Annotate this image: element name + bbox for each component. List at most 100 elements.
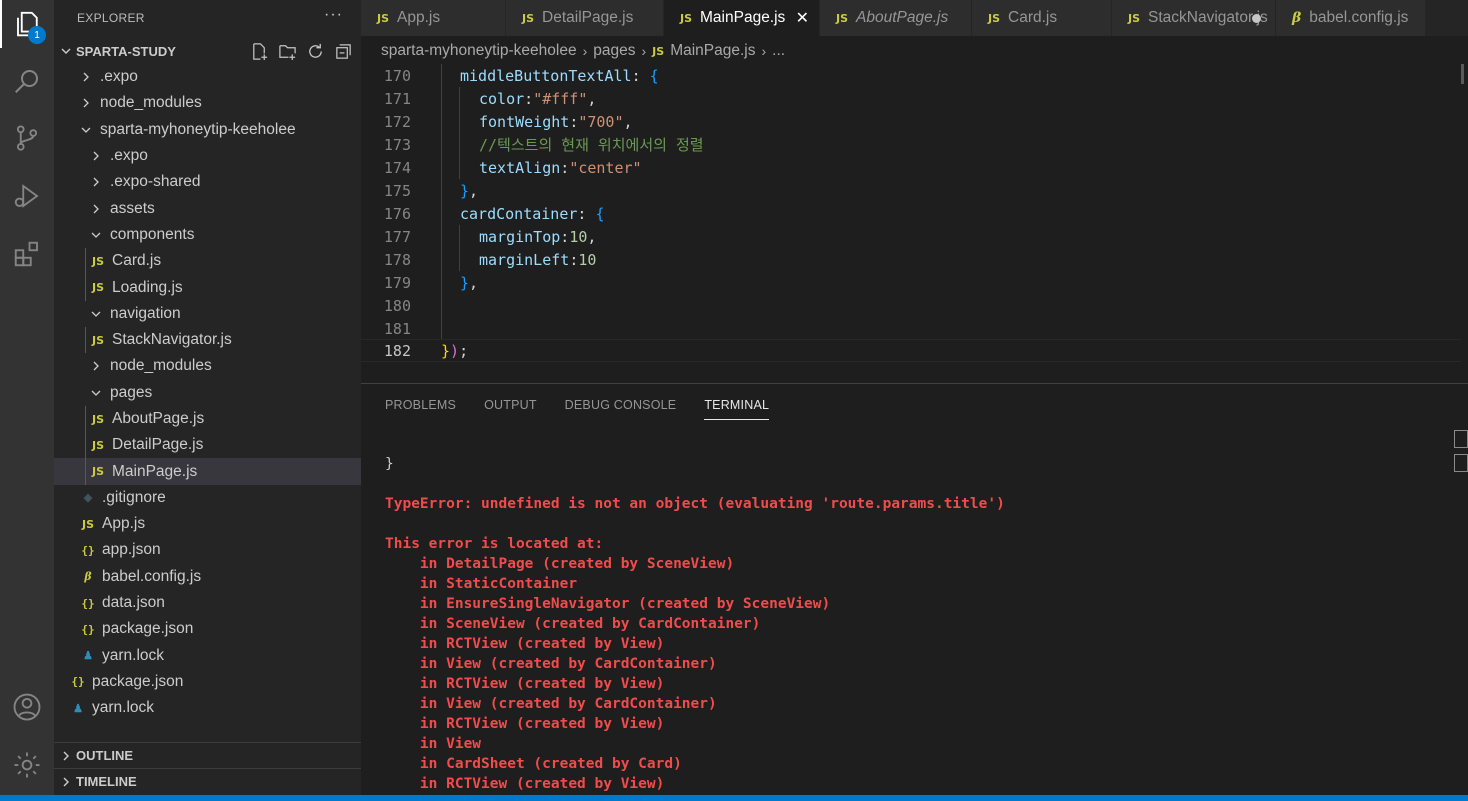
timeline-section-header[interactable]: TIMELINE xyxy=(54,768,361,794)
tree-file[interactable]: {} app.json xyxy=(54,537,361,563)
tree-item-label: yarn.lock xyxy=(102,646,165,664)
tree-folder[interactable]: navigation xyxy=(54,301,361,327)
workspace-section-header[interactable]: SPARTA-STUDY xyxy=(54,38,361,64)
unsaved-dot-icon[interactable] xyxy=(1252,14,1261,23)
tree-file[interactable]: JS DetailPage.js xyxy=(54,432,361,459)
timeline-label: TIMELINE xyxy=(76,774,137,789)
editor-tab[interactable]: JS DetailPage.js xyxy=(506,0,664,36)
account-icon[interactable] xyxy=(0,683,54,731)
source-control-icon[interactable] xyxy=(0,114,54,162)
code-key: textAlign xyxy=(479,158,561,177)
close-icon[interactable]: ✕ xyxy=(796,8,809,28)
editor-tabs: JS App.js JS DetailPage.js JS MainPage.js ✕ JS A… xyxy=(361,0,1468,36)
tree-folder[interactable]: node_modules xyxy=(54,90,361,116)
tab-label: App.js xyxy=(397,9,441,26)
code-string: "700" xyxy=(578,112,624,131)
code-editor[interactable]: 170 middleButtonTextAll: { 171 color:"#f… xyxy=(361,64,1468,364)
code-line: 175 }, xyxy=(361,179,1461,202)
editor-tab[interactable]: JS StackNavigator.js xyxy=(1112,0,1276,36)
chevron-right-icon xyxy=(88,360,104,372)
editor-tab[interactable]: JS Card.js xyxy=(972,0,1112,36)
chevron-down-icon xyxy=(88,229,104,241)
tree-file[interactable]: ◆ .gitignore xyxy=(54,485,361,511)
chevron-right-icon xyxy=(88,203,104,215)
run-debug-icon[interactable] xyxy=(0,172,54,220)
terminal-line: } xyxy=(385,456,394,472)
panel-tabs: PROBLEMS OUTPUT DEBUG CONSOLE TERMINAL xyxy=(385,398,770,420)
search-icon[interactable] xyxy=(0,57,54,105)
breadcrumb-symbol[interactable]: ... xyxy=(772,42,785,60)
terminal-list-item[interactable] xyxy=(1454,454,1468,472)
tree-item-label: .expo xyxy=(100,68,138,86)
code-text: }, xyxy=(460,181,479,200)
refresh-icon[interactable] xyxy=(306,42,325,64)
tree-file[interactable]: ♟ yarn.lock xyxy=(54,695,361,721)
terminal-error-line: This error is located at: xyxy=(385,536,604,552)
tab-problems[interactable]: PROBLEMS xyxy=(385,398,456,420)
breadcrumb-folder[interactable]: pages xyxy=(593,42,635,60)
settings-gear-icon[interactable] xyxy=(0,741,54,789)
tree-folder[interactable]: .expo xyxy=(54,64,361,90)
extensions-icon[interactable] xyxy=(0,230,54,278)
code-key: color xyxy=(479,89,525,108)
tree-folder[interactable]: components xyxy=(54,222,361,248)
tree-file[interactable]: JS Loading.js xyxy=(54,274,361,301)
outline-label: OUTLINE xyxy=(76,748,134,763)
collapse-all-icon[interactable] xyxy=(334,42,353,64)
tree-file[interactable]: β babel.config.js xyxy=(54,564,361,590)
terminal-list-item[interactable] xyxy=(1454,430,1468,448)
tree-folder[interactable]: pages xyxy=(54,380,361,406)
new-file-icon[interactable] xyxy=(250,42,269,64)
chevron-right-icon xyxy=(54,776,76,788)
breadcrumb-file[interactable]: MainPage.js xyxy=(670,42,755,60)
tree-file[interactable]: JS MainPage.js xyxy=(54,458,361,485)
tab-terminal[interactable]: TERMINAL xyxy=(704,398,770,420)
scrollbar[interactable] xyxy=(1461,64,1464,84)
breadcrumb-project[interactable]: sparta-myhoneytip-keeholee xyxy=(381,42,577,60)
tab-label: StackNavigator.js xyxy=(1148,9,1268,26)
editor-tab[interactable]: JS App.js xyxy=(361,0,506,36)
tab-label: babel.config.js xyxy=(1309,9,1409,26)
tab-debug-console[interactable]: DEBUG CONSOLE xyxy=(565,398,677,420)
explorer-icon[interactable]: 1 xyxy=(0,0,54,48)
js-file-icon: JS xyxy=(377,11,390,25)
tree-item-label: AboutPage.js xyxy=(112,410,205,427)
tree-folder[interactable]: .expo xyxy=(54,143,361,169)
tree-item-label: assets xyxy=(110,199,155,217)
tree-file[interactable]: JS StackNavigator.js xyxy=(54,326,361,354)
tree-folder[interactable]: .expo-shared xyxy=(54,169,361,195)
tree-indent-guide xyxy=(85,274,86,301)
outline-section-header[interactable]: OUTLINE xyxy=(54,742,361,768)
tree-indent-guide xyxy=(85,458,86,485)
line-number: 180 xyxy=(383,296,411,315)
js-file-icon: JS xyxy=(91,254,104,268)
chevron-down-icon xyxy=(54,45,76,57)
json-file-icon: {} xyxy=(81,543,95,557)
tree-item-label: babel.config.js xyxy=(102,567,202,585)
more-actions-icon[interactable]: ··· xyxy=(324,6,343,24)
editor-tab[interactable]: JS AboutPage.js xyxy=(820,0,972,36)
tree-file[interactable]: {} package.json xyxy=(54,616,361,642)
terminal-error-line: in RCTView (created by View) xyxy=(385,776,665,792)
terminal-output[interactable]: } TypeError: undefined is not an object … xyxy=(385,454,1005,794)
tree-file[interactable]: JS AboutPage.js xyxy=(54,405,361,433)
editor-tab[interactable]: JS MainPage.js ✕ xyxy=(664,0,820,36)
code-comment: //텍스트의 현재 위치에서의 정렬 xyxy=(479,136,704,154)
code-text: }, xyxy=(460,273,479,292)
tree-indent-guide xyxy=(85,248,86,275)
tree-folder[interactable]: assets xyxy=(54,195,361,221)
code-line: 179 }, xyxy=(361,271,1461,294)
tree-folder[interactable]: sparta-myhoneytip-keeholee xyxy=(54,117,361,143)
tree-file[interactable]: JS Card.js xyxy=(54,248,361,275)
tree-item-label: pages xyxy=(110,383,153,401)
tab-label: Card.js xyxy=(1008,9,1058,26)
tree-file[interactable]: {} package.json xyxy=(54,669,361,695)
new-folder-icon[interactable] xyxy=(278,42,297,64)
tree-file[interactable]: ♟ yarn.lock xyxy=(54,643,361,669)
tree-file[interactable]: {} data.json xyxy=(54,590,361,616)
tree-folder[interactable]: node_modules xyxy=(54,353,361,379)
tree-file[interactable]: JS App.js xyxy=(54,511,361,537)
editor-tab[interactable]: β babel.config.js xyxy=(1276,0,1426,36)
tab-output[interactable]: OUTPUT xyxy=(484,398,537,420)
code-text: color:"#fff", xyxy=(479,89,597,108)
